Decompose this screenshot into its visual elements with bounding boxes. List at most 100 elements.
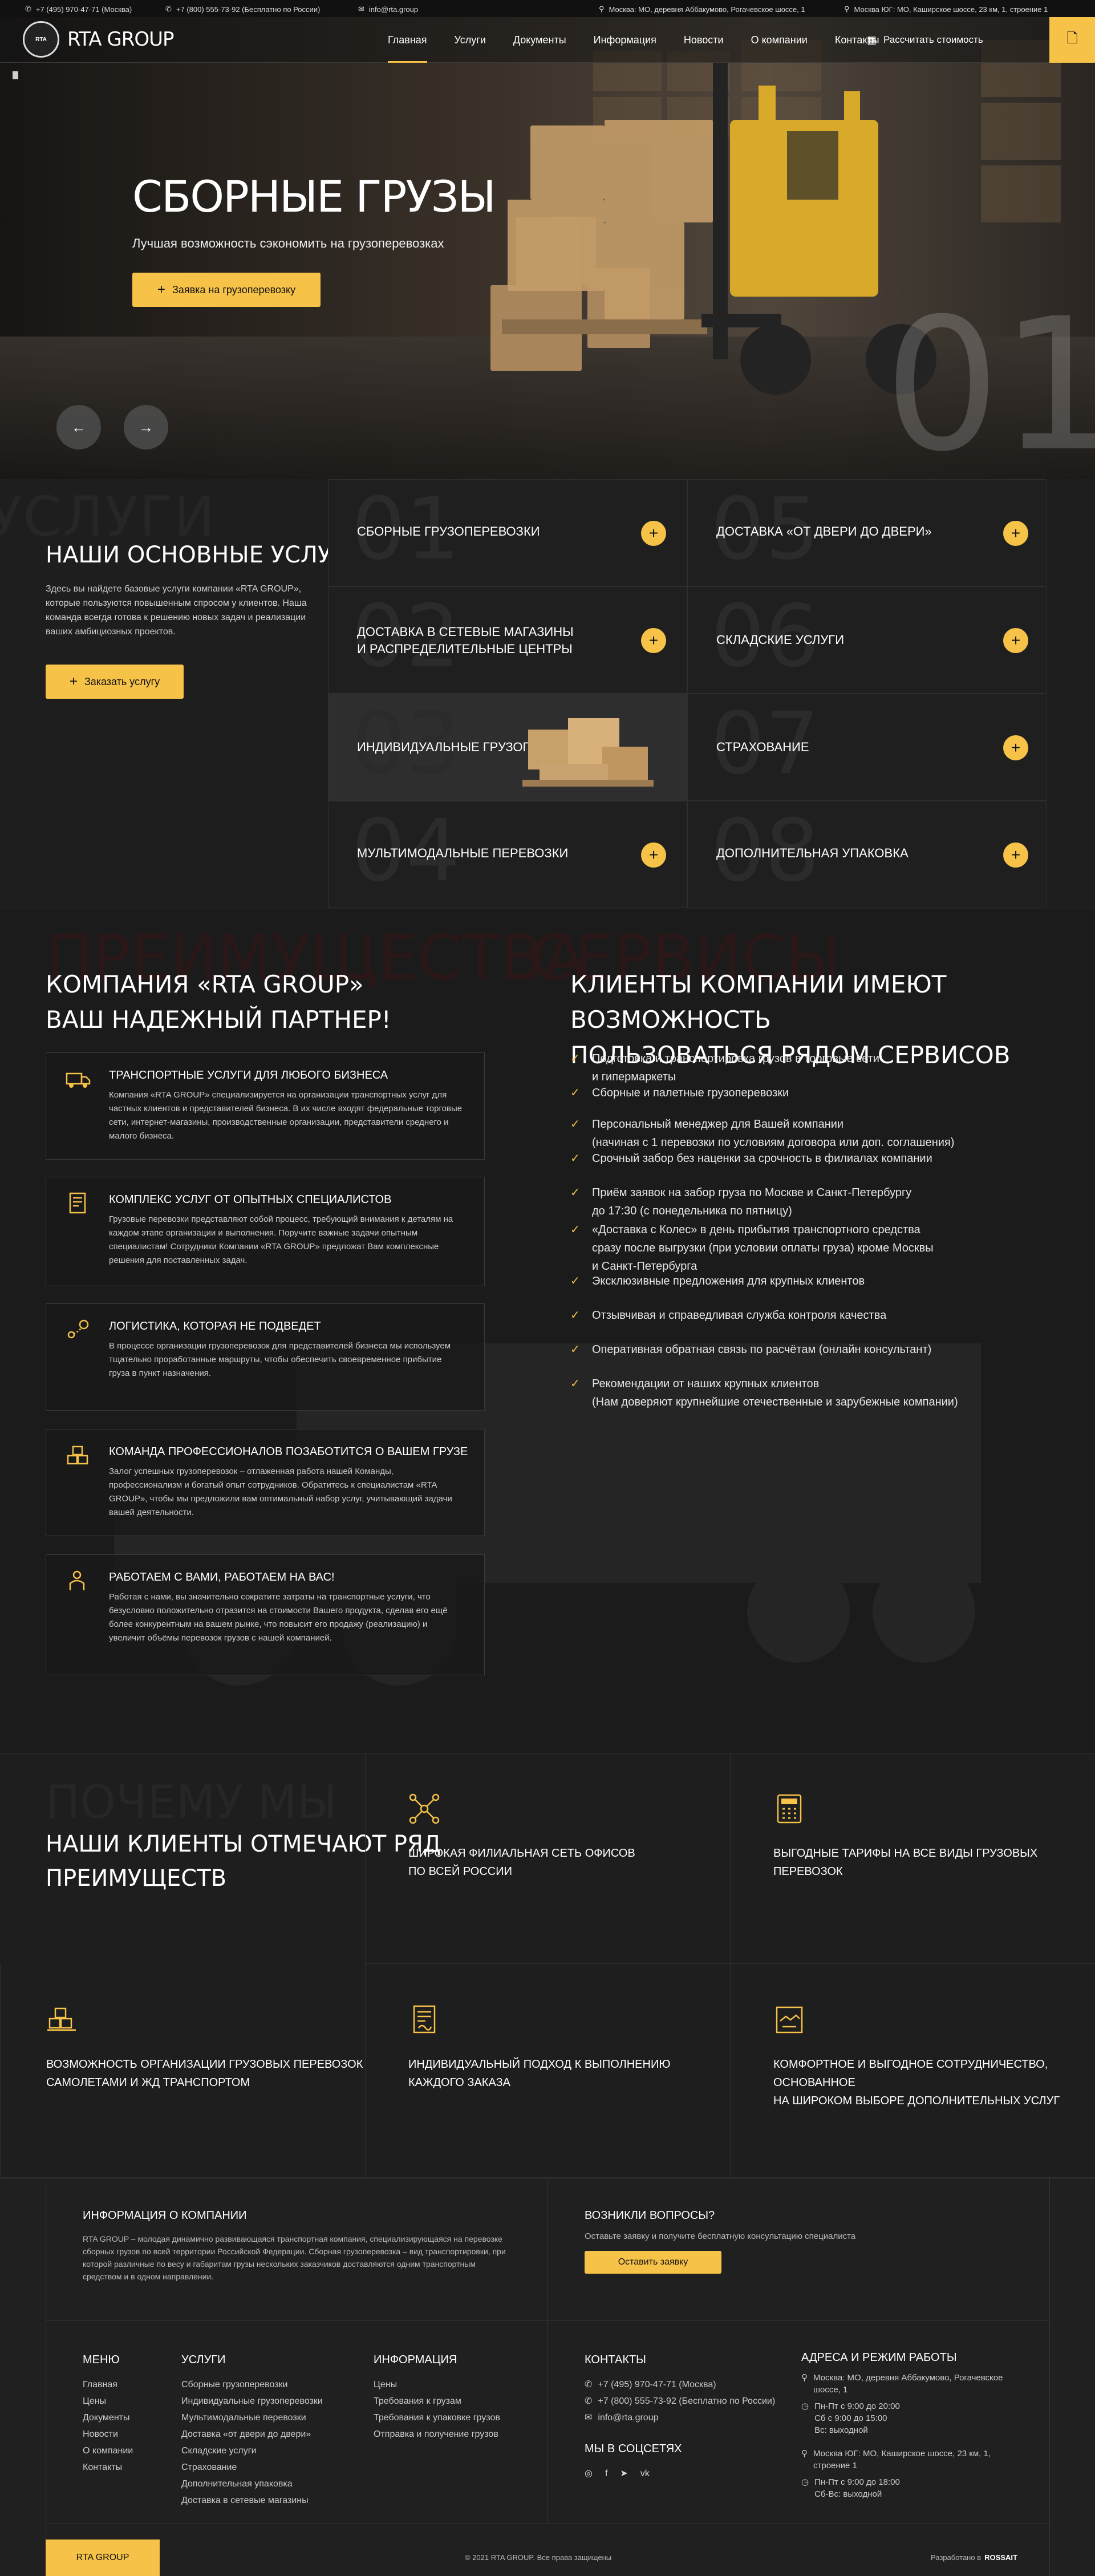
footer-link[interactable]: Главная — [83, 2376, 133, 2393]
footer-request-button[interactable]: Оставить заявку — [585, 2251, 721, 2274]
footer-info-text: RTA GROUP – молодая динамично развивающа… — [83, 2234, 506, 2281]
service-item[interactable]: 04 МУЛЬТИМОДАЛЬНЫЕ ПЕРЕВОЗКИ + — [328, 801, 687, 908]
topbar-phone2[interactable]: ✆ +7 (800) 555-73-92 (Бесплатно по России… — [165, 5, 320, 14]
footer-info-menu-title: ИНФОРМАЦИЯ — [374, 2354, 457, 2366]
feature-card: РАБОТАЕМ С ВАМИ, РАБОТАЕМ НА ВАС! Работа… — [46, 1554, 485, 1675]
service-label: ДОСТАВКА «ОТ ДВЕРИ ДО ДВЕРИ» — [716, 524, 932, 538]
menu-toggle-icon[interactable] — [13, 71, 18, 79]
nav-item-services[interactable]: Услуги — [455, 17, 486, 63]
check-icon: ✓ — [570, 1224, 580, 1236]
services-list-line: Отзывчивая и справедливая служба контрол… — [592, 1309, 887, 1322]
services-list-line: «Доставка с Колес» в день прибытия транс… — [592, 1224, 920, 1236]
service-label: СКЛАДСКИЕ УСЛУГИ — [716, 633, 845, 647]
nav-item-documents[interactable]: Документы — [513, 17, 566, 63]
plus-icon[interactable]: + — [1003, 735, 1028, 760]
main-nav: Главная Услуги Документы Информация Ново… — [388, 17, 907, 63]
service-item[interactable]: 06 СКЛАДСКИЕ УСЛУГИ + — [687, 586, 1047, 694]
footer-logo[interactable]: RTA GROUP — [46, 2539, 160, 2576]
order-service-button[interactable]: + Заказать услугу — [46, 665, 184, 699]
feature-card: ТРАНСПОРТНЫЕ УСЛУГИ ДЛЯ ЛЮБОГО БИЗНЕСА К… — [46, 1052, 485, 1160]
nav-item-info[interactable]: Информация — [594, 17, 656, 63]
services-bg-word: УСЛУГИ — [0, 485, 216, 549]
footer-contact-phone1[interactable]: ✆ +7 (495) 970-47-71 (Москва) — [585, 2376, 775, 2393]
topbar-email[interactable]: ✉ info@rta.group — [358, 5, 418, 14]
footer-link[interactable]: Доставка в сетевые магазины — [181, 2492, 323, 2509]
footer-contact-phone2[interactable]: ✆ +7 (800) 555-73-92 (Бесплатно по России… — [585, 2393, 775, 2409]
header: RTA RTA GROUP Главная Услуги Документы И… — [0, 17, 1095, 63]
services-list-item: ✓ Персональный менеджер для Вашей компани… — [570, 1115, 954, 1152]
topbar-address2[interactable]: ⚲ Москва ЮГ: МО, Каширское шоссе, 23 км, … — [844, 5, 1048, 14]
vk-icon[interactable]: vk — [640, 2465, 650, 2482]
footer-info-menu-list: Цены Требования к грузам Требования к упак… — [374, 2376, 500, 2443]
footer-link[interactable]: Требования к грузам — [374, 2393, 500, 2409]
logo[interactable]: RTA RTA GROUP — [23, 21, 174, 58]
footer-link[interactable]: Дополнительная упаковка — [181, 2476, 323, 2492]
nav-item-about[interactable]: О компании — [751, 17, 808, 63]
telegram-icon[interactable]: ➤ — [620, 2465, 627, 2482]
footer-link[interactable]: Цены — [374, 2376, 500, 2393]
feature-card-title: РАБОТАЕМ С ВАМИ, РАБОТАЕМ НА ВАС! — [109, 1571, 335, 1583]
advantage-label-line2: ПО ВСЕЙ РОССИИ — [408, 1865, 512, 1878]
service-item[interactable]: 08 ДОПОЛНИТЕЛЬНАЯ УПАКОВКА + — [687, 801, 1047, 908]
logo-text: RTA GROUP — [67, 28, 174, 51]
footer-link[interactable]: Новости — [83, 2426, 133, 2443]
developer-name: ROSSAIT — [984, 2553, 1017, 2562]
facebook-icon[interactable]: f — [605, 2465, 607, 2482]
instagram-icon[interactable]: ◎ — [585, 2465, 593, 2482]
check-icon: ✓ — [570, 1052, 580, 1065]
service-item[interactable]: 02 ДОСТАВКА В СЕТЕВЫЕ МАГАЗИНЫ И РАСПРЕД… — [328, 586, 687, 694]
footer-link[interactable]: О компании — [83, 2443, 133, 2459]
footer-link[interactable]: Требования к упаковке грузов — [374, 2409, 500, 2426]
footer-contact-email[interactable]: ✉ info@rta.group — [585, 2409, 775, 2426]
topbar-address1[interactable]: ⚲ Москва: МО, деревня Аббакумово, Рогачев… — [599, 5, 805, 14]
arrow-right-icon: → — [139, 418, 153, 436]
footer-link[interactable]: Контакты — [83, 2459, 133, 2476]
footer-hours-text: Пн-Пт с 9:00 до 18:00 Сб-Вс: выходной — [814, 2476, 900, 2500]
clock-icon: ◷ — [801, 2401, 809, 2411]
plus-icon[interactable]: + — [1003, 521, 1028, 546]
plus-icon[interactable]: + — [641, 843, 666, 868]
footer-info-title: ИНФОРМАЦИЯ О КОМПАНИИ — [83, 2209, 247, 2222]
plus-icon[interactable]: + — [1003, 628, 1028, 653]
footer-link[interactable]: Сборные грузоперевозки — [181, 2376, 323, 2393]
plus-icon[interactable]: + — [1003, 843, 1028, 868]
footer-link[interactable]: Складские услуги — [181, 2443, 323, 2459]
footer-address-block: ⚲ Москва ЮГ: МО, Каширское шоссе, 23 км,… — [801, 2448, 1029, 2472]
footer-contact-text: info@rta.group — [598, 2413, 659, 2423]
footer-questions-text: Оставьте заявку и получите бесплатную ко… — [585, 2231, 856, 2241]
developer-credit[interactable]: Разработано в ROSSAIT — [931, 2553, 1017, 2562]
nav-item-news[interactable]: Новости — [684, 17, 724, 63]
service-item[interactable]: 07 СТРАХОВАНИЕ + — [687, 694, 1047, 801]
service-item[interactable]: 03 ИНДИВИДУАЛЬНЫЕ ГРУЗОПЕРЕВОЗКИ — [328, 694, 687, 801]
footer-link[interactable]: Документы — [83, 2409, 133, 2426]
hero-order-button[interactable]: + Заявка на грузоперевозку — [132, 273, 321, 307]
plus-icon[interactable]: + — [641, 628, 666, 653]
request-doc-button[interactable]: 🗋 — [1049, 17, 1095, 63]
nav-item-home[interactable]: Главная — [388, 17, 427, 63]
footer-link[interactable]: Индивидуальные грузоперевозки — [181, 2393, 323, 2409]
slider-next-button[interactable]: → — [124, 405, 168, 449]
footer-link[interactable]: Отправка и получение грузов — [374, 2426, 500, 2443]
services-list-title-line1: КЛИЕНТЫ КОМПАНИИ ИМЕЮТ ВОЗМОЖНОСТЬ — [570, 970, 947, 1034]
calc-cost-link[interactable]: ▦ Рассчитать стоимость — [867, 17, 983, 63]
check-icon: ✓ — [570, 1152, 580, 1165]
footer-link[interactable]: Доставка «от двери до двери» — [181, 2426, 323, 2443]
feature-card-text: Грузовые перевозки представляют собой пр… — [109, 1214, 453, 1265]
slider-prev-button[interactable]: ← — [56, 405, 101, 449]
service-label: МУЛЬТИМОДАЛЬНЫЕ ПЕРЕВОЗКИ — [357, 846, 569, 860]
footer-link[interactable]: Мультимодальные перевозки — [181, 2409, 323, 2426]
advantage-label: ИНДИВИДУАЛЬНЫЙ ПОДХОД К ВЫПОЛНЕНИЮ КАЖДОГ… — [408, 2055, 671, 2092]
plus-icon: + — [69, 674, 78, 689]
footer-menu: МЕНЮ Главная Цены Документы Новости О компан… — [83, 2352, 133, 2476]
topbar-phone1[interactable]: ✆ +7 (495) 970-47-71 (Москва) — [25, 5, 132, 14]
advantages-bg-word: ПОЧЕМУ МЫ — [46, 1776, 338, 1829]
plus-icon[interactable]: + — [641, 521, 666, 546]
footer-link[interactable]: Цены — [83, 2393, 133, 2409]
feature-card-text: Работая с нами, вы значительно сократите… — [109, 1592, 448, 1643]
footer-link[interactable]: Страхование — [181, 2459, 323, 2476]
footer-hours2-line: Пн-Пт с 9:00 до 18:00 — [814, 2477, 900, 2487]
feature-card-text: Компания «RTA GROUP» специализируется на… — [109, 1090, 463, 1141]
service-item[interactable]: 05 ДОСТАВКА «ОТ ДВЕРИ ДО ДВЕРИ» + — [687, 479, 1047, 586]
service-item[interactable]: 01 СБОРНЫЕ ГРУЗОПЕРЕВОЗКИ + — [328, 479, 687, 586]
copyright: © 2021 RTA GROUP. Все права защищены — [465, 2553, 612, 2562]
